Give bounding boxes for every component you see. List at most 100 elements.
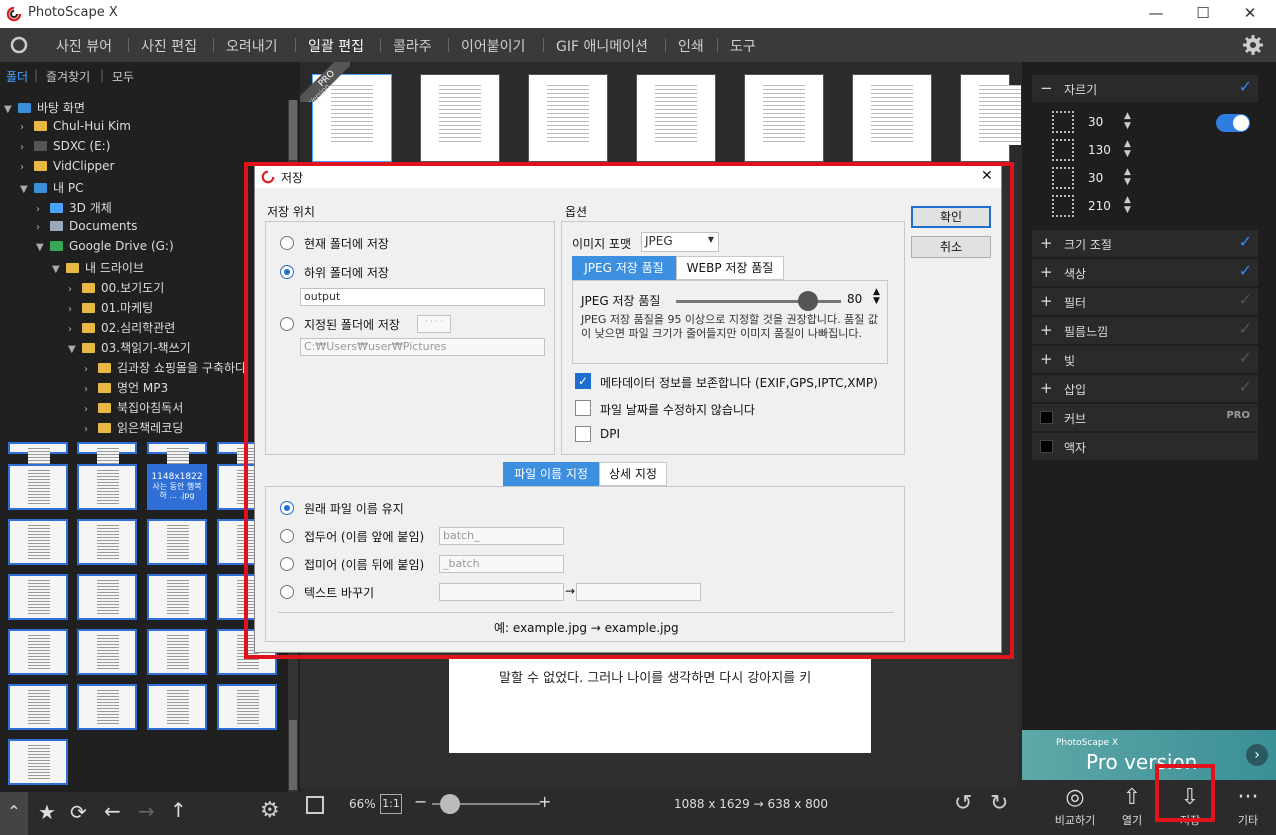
tree-item-user[interactable]: › Chul-Hui Kim — [20, 119, 131, 139]
settings-gear-icon[interactable] — [1242, 34, 1264, 56]
minus-icon[interactable]: − — [1040, 79, 1053, 97]
plus-icon[interactable]: + — [1040, 321, 1053, 339]
tree-item-coding[interactable]: › 읽은책레코딩 — [84, 419, 183, 439]
list-item[interactable] — [77, 629, 137, 675]
list-item[interactable] — [960, 74, 1021, 162]
list-item[interactable] — [217, 684, 277, 730]
check-icon[interactable]: ✓ — [1239, 377, 1252, 396]
tab-batch-edit[interactable]: 일괄 편집 — [308, 36, 364, 56]
color-row[interactable]: + 색상 ✓ — [1032, 259, 1258, 286]
list-item[interactable] — [8, 464, 68, 510]
compare-layout-icon[interactable] — [306, 796, 324, 814]
tree-item-my-drive[interactable]: ▼ 내 드라이브 — [52, 259, 144, 279]
star-icon[interactable]: ★ — [38, 800, 56, 824]
list-item[interactable] — [8, 629, 68, 675]
selected-thumbnail[interactable]: 1148x1822 사는 동안 행복하 ... .jpg — [147, 464, 207, 510]
insert-row[interactable]: + 삽입 ✓ — [1032, 375, 1258, 402]
check-icon[interactable]: ✓ — [1239, 319, 1252, 338]
list-item[interactable] — [528, 74, 608, 162]
list-item[interactable] — [852, 74, 932, 162]
tab-all[interactable]: 모두 — [112, 68, 134, 85]
forward-arrow-icon[interactable]: → — [138, 799, 155, 823]
tree-item-3d[interactable]: › 3D 개체 — [36, 199, 112, 219]
zoom-out-icon[interactable]: − — [414, 792, 427, 811]
tree-item-sdxc[interactable]: › SDXC (E:) — [20, 139, 110, 159]
folder-settings-gear-icon[interactable]: ⚙ — [260, 798, 280, 823]
list-item[interactable] — [77, 519, 137, 565]
tab-favorites[interactable]: 즐겨찾기 — [46, 68, 90, 85]
zoom-slider-handle[interactable] — [440, 794, 460, 814]
frame-row[interactable]: 액자 — [1032, 433, 1258, 460]
chevron-right-icon[interactable]: › — [1246, 744, 1268, 766]
list-item[interactable] — [147, 519, 207, 565]
list-item[interactable] — [8, 519, 68, 565]
tab-tools[interactable]: 도구 — [730, 36, 756, 56]
list-item[interactable] — [147, 442, 207, 482]
list-item[interactable] — [77, 574, 137, 620]
tree-item-folder-03[interactable]: ▼ 03.책읽기-책쓰기 — [68, 339, 191, 359]
collapse-up-icon[interactable]: ⌃ — [0, 792, 28, 835]
tab-gif[interactable]: GIF 애니메이션 — [556, 36, 648, 56]
tree-item-reading[interactable]: › 북집아침독서 — [84, 399, 183, 419]
list-item[interactable] — [8, 574, 68, 620]
more-button[interactable]: ··· 기타 — [1223, 784, 1273, 828]
zoom-level[interactable]: 66% — [349, 797, 376, 811]
list-item[interactable] — [744, 74, 824, 162]
tree-item-vidclipper[interactable]: › VidClipper — [20, 159, 115, 179]
list-item[interactable] — [8, 684, 68, 730]
check-icon[interactable]: ✓ — [1239, 77, 1252, 96]
open-button[interactable]: ⇧ 열기 — [1107, 784, 1157, 828]
check-icon[interactable]: ✓ — [1239, 261, 1252, 280]
plus-icon[interactable]: + — [1040, 263, 1053, 281]
check-icon[interactable]: ✓ — [1239, 348, 1252, 367]
list-item[interactable] — [77, 442, 137, 482]
zoom-in-icon[interactable]: + — [538, 792, 551, 811]
list-item[interactable] — [8, 442, 68, 482]
list-item[interactable] — [147, 574, 207, 620]
tab-folder[interactable]: 폴더 — [6, 68, 28, 85]
up-arrow-icon[interactable]: ↑ — [170, 798, 187, 822]
list-item[interactable] — [147, 684, 207, 730]
check-icon[interactable]: ✓ — [1239, 290, 1252, 309]
tab-combine[interactable]: 이어붙이기 — [461, 36, 525, 56]
crop-row[interactable]: − 자르기 ✓ — [1032, 75, 1258, 102]
list-item[interactable] — [420, 74, 500, 162]
tree-item-folder-01[interactable]: › 01.마케팅 — [68, 299, 153, 319]
tree-item-shop[interactable]: › 김과장 쇼핑몰을 구축하다 — [84, 359, 246, 379]
crop-toggle[interactable] — [1216, 114, 1250, 132]
tree-item-my-pc[interactable]: ▼ 내 PC — [20, 179, 83, 199]
filter-row[interactable]: + 필터 ✓ — [1032, 288, 1258, 315]
plus-icon[interactable]: + — [1040, 292, 1053, 310]
light-row[interactable]: + 빛 ✓ — [1032, 346, 1258, 373]
tab-photo-edit[interactable]: 사진 편집 — [141, 36, 197, 56]
tab-collage[interactable]: 콜라주 — [393, 36, 432, 56]
actual-size-button[interactable]: 1:1 — [380, 794, 402, 814]
tab-print[interactable]: 인쇄 — [678, 36, 704, 56]
curves-row[interactable]: 커브 PRO — [1032, 404, 1258, 431]
plus-icon[interactable]: + — [1040, 234, 1053, 252]
rotate-right-icon[interactable]: ↻ — [990, 791, 1008, 816]
list-item[interactable] — [8, 739, 68, 785]
tree-item-desktop[interactable]: ▼ 바탕 화면 — [4, 99, 85, 119]
list-item[interactable] — [77, 684, 137, 730]
tree-item-documents[interactable]: › Documents — [36, 219, 137, 239]
list-item[interactable] — [636, 74, 716, 162]
list-item[interactable] — [77, 464, 137, 510]
pro-promo-banner[interactable]: PhotoScape X Pro version › — [1022, 730, 1276, 780]
film-row[interactable]: + 필름느낌 ✓ — [1032, 317, 1258, 344]
tree-item-folder-00[interactable]: › 00.보기도기 — [68, 279, 164, 299]
check-icon[interactable]: ✓ — [1239, 232, 1252, 251]
rotate-left-icon[interactable]: ↺ — [954, 791, 972, 816]
tab-cutout[interactable]: 오려내기 — [226, 36, 278, 56]
tree-item-google-drive[interactable]: ▼ Google Drive (G:) — [36, 239, 174, 259]
compare-button[interactable]: ◎ 비교하기 — [1050, 784, 1100, 828]
list-item[interactable] — [147, 629, 207, 675]
minimize-button[interactable]: — — [1133, 0, 1179, 28]
resize-row[interactable]: + 크기 조절 ✓ — [1032, 230, 1258, 257]
refresh-icon[interactable]: ⟳ — [70, 800, 87, 824]
maximize-button[interactable]: ☐ — [1180, 0, 1226, 28]
plus-icon[interactable]: + — [1040, 350, 1053, 368]
tree-item-mp3[interactable]: › 명언 MP3 — [84, 379, 168, 399]
plus-icon[interactable]: + — [1040, 379, 1053, 397]
home-icon[interactable] — [8, 35, 30, 55]
